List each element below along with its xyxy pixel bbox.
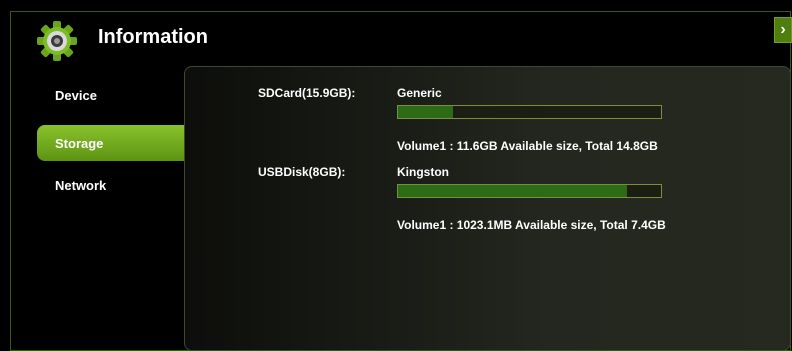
sidebar-item-device[interactable]: Device: [37, 77, 187, 113]
usbdisk-name: Kingston: [397, 165, 449, 179]
sdcard-usage-fill: [398, 106, 454, 118]
close-button[interactable]: ›: [774, 17, 792, 43]
sidebar-item-label: Device: [55, 87, 97, 103]
information-window: Information › Device Storage Network SDC…: [10, 11, 792, 351]
sidebar-item-network[interactable]: Network: [37, 167, 187, 203]
gear-icon: [37, 21, 77, 61]
window-header: Information ›: [11, 12, 792, 68]
storage-panel: SDCard(15.9GB): Generic Volume1 : 11.6GB…: [184, 66, 791, 351]
sdcard-name: Generic: [397, 86, 442, 100]
sidebar-item-storage[interactable]: Storage: [37, 125, 187, 161]
sdcard-usage-bar: [397, 105, 662, 119]
sidebar-item-label: Network: [55, 177, 107, 193]
sidebar-item-label: Storage: [55, 135, 104, 151]
usbdisk-volume-info: Volume1 : 1023.1MB Available size, Total…: [397, 218, 666, 232]
page-title: Information: [98, 26, 208, 48]
usbdisk-usage-bar: [397, 184, 662, 198]
usbdisk-usage-fill: [398, 185, 627, 197]
sdcard-label: SDCard(15.9GB):: [258, 86, 356, 100]
sdcard-volume-info: Volume1 : 11.6GB Available size, Total 1…: [397, 139, 658, 153]
usbdisk-label: USBDisk(8GB):: [258, 165, 346, 179]
chevron-right-icon: ›: [780, 21, 786, 38]
